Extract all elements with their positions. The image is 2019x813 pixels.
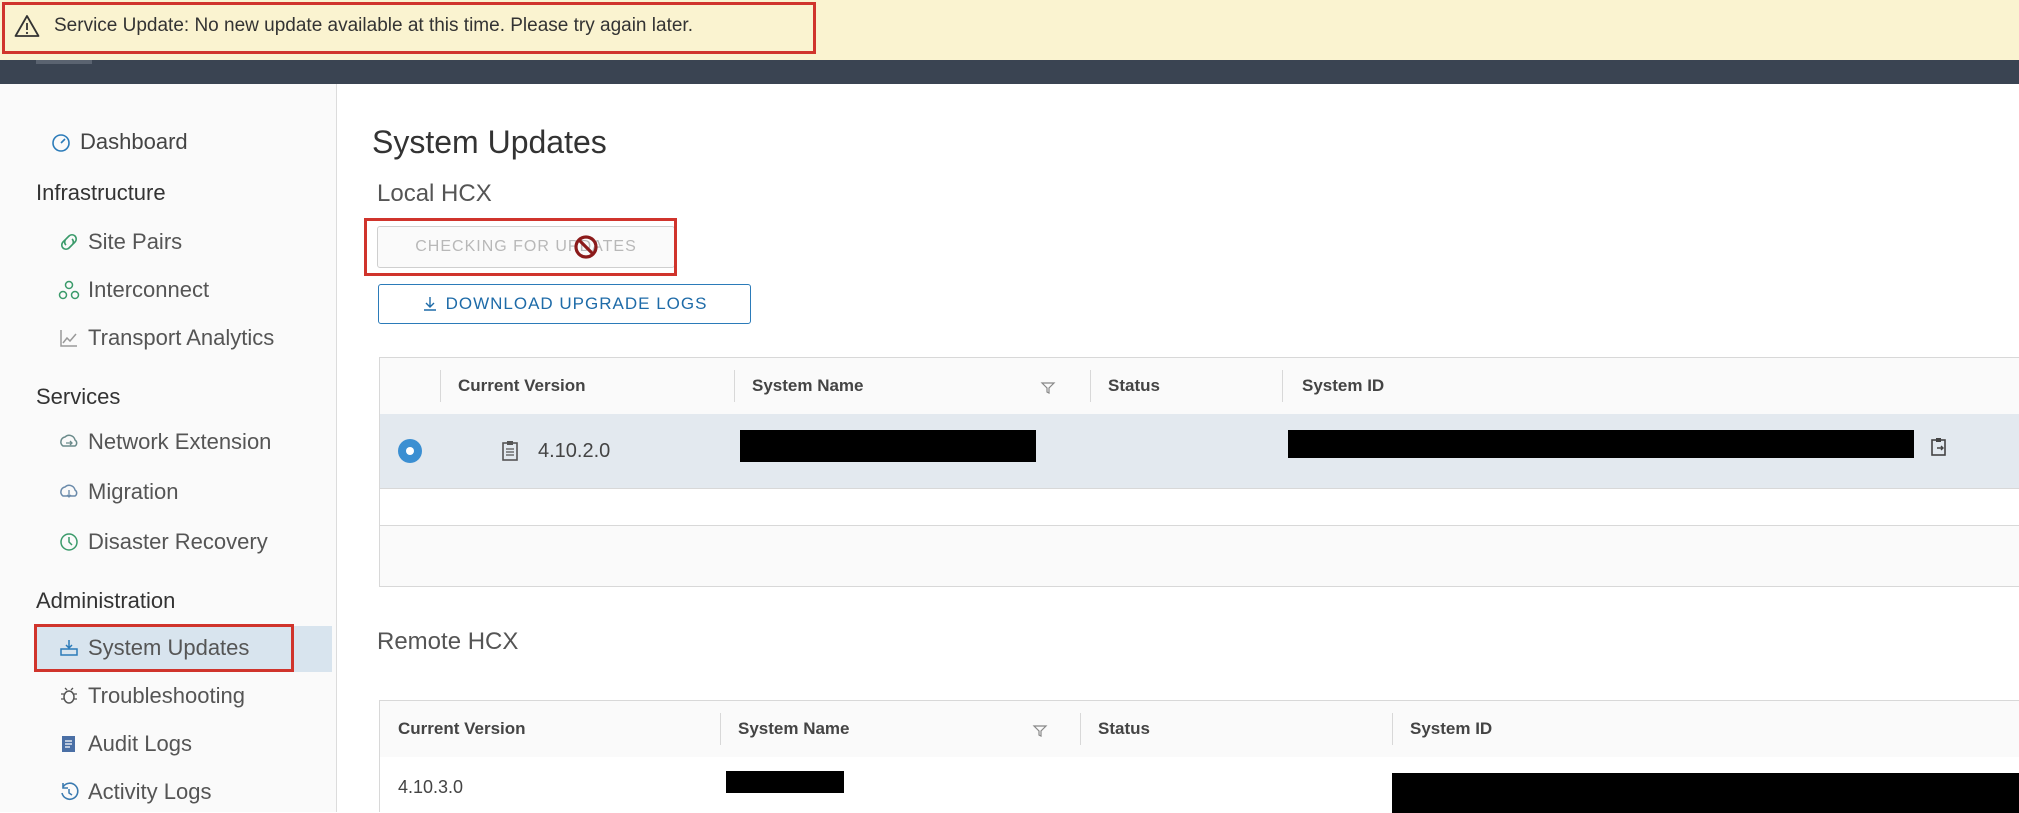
current-version-cell: 4.10.2.0 [538,440,611,462]
download-button-label: DOWNLOAD UPGRADE LOGS [445,294,708,313]
sidebar-item-label: Interconnect [88,277,210,302]
nav-heading-administration: Administration [36,588,176,613]
column-header-current-version[interactable]: Current Version [398,719,526,739]
disaster-recovery-icon [60,533,78,551]
table-row[interactable]: 4.10.3.0 [380,757,2019,813]
download-upgrade-logs-button[interactable]: DOWNLOAD UPGRADE LOGS [378,284,751,324]
column-header-status[interactable]: Status [1108,376,1160,396]
sidebar-item-audit-logs[interactable]: Audit Logs [58,726,192,762]
activity-logs-icon [61,782,79,800]
interconnect-icon [58,280,80,300]
column-separator [1392,713,1393,745]
app-header [0,60,2019,84]
redacted-system-name [726,771,844,793]
column-header-system-id[interactable]: System ID [1410,719,1492,739]
check-button-highlight-box [364,218,677,276]
filter-icon[interactable] [1040,380,1056,396]
redacted-system-id [1288,430,1914,458]
row-radio-selected[interactable] [398,439,422,463]
network-extension-icon [60,434,78,447]
sidebar-item-migration[interactable]: Migration [58,474,178,510]
sidebar-item-label: Troubleshooting [88,683,245,708]
column-header-system-name[interactable]: System Name [752,376,864,396]
redacted-system-id [1392,773,2019,813]
audit-logs-icon [62,736,75,752]
column-separator [720,713,721,745]
sidebar-item-troubleshooting[interactable]: Troubleshooting [58,678,245,714]
grid-header: Current Version System Name Status Syste… [380,701,2019,758]
remote-hcx-grid: Current Version System Name Status Syste… [379,700,2019,813]
sidebar-item-transport-analytics[interactable]: Transport Analytics [58,320,274,356]
sidebar-item-interconnect[interactable]: Interconnect [58,272,209,308]
sidebar-item-site-pairs[interactable]: Site Pairs [58,224,182,260]
sidebar-item-label: Network Extension [88,429,272,454]
redacted-system-name [740,430,1036,462]
sidebar-item-label: Activity Logs [88,779,212,804]
sidebar-item-label: Disaster Recovery [88,529,268,554]
chart-icon [60,330,77,347]
remote-hcx-heading: Remote HCX [377,628,519,655]
sidebar-item-label: Audit Logs [88,731,192,756]
column-separator [440,370,441,402]
column-header-system-name[interactable]: System Name [738,719,850,739]
sidebar-item-label: Site Pairs [88,229,183,254]
sidebar-item-activity-logs[interactable]: Activity Logs [58,774,212,810]
grid-header: Current Version System Name Status Syste… [380,358,2019,415]
sidebar-item-label: Migration [88,479,179,504]
filter-icon[interactable] [1032,723,1048,739]
column-header-current-version[interactable]: Current Version [458,376,586,396]
sidebar-item-dashboard[interactable]: Dashboard [50,124,188,160]
current-version-cell: 4.10.3.0 [398,777,464,797]
column-separator [734,370,735,402]
warning-icon [14,15,40,37]
clipboard-icon [502,441,518,461]
grid-footer [380,526,2019,587]
column-separator [1090,370,1091,402]
column-separator [1080,713,1081,745]
copy-icon[interactable] [1928,436,1950,458]
sidebar-highlight-box [34,624,294,672]
migration-icon [60,484,78,498]
link-icon [60,233,78,251]
column-separator [1282,370,1283,402]
sidebar-item-network-extension[interactable]: Network Extension [58,424,271,460]
nav-heading-infrastructure: Infrastructure [36,180,166,205]
service-update-banner: Service Update: No new update available … [0,0,2019,61]
column-header-system-id[interactable]: System ID [1302,376,1384,396]
table-row-empty [380,489,2019,526]
local-hcx-grid: Current Version System Name Status Syste… [379,357,2019,587]
page-title: System Updates [372,124,607,160]
sidebar-item-disaster-recovery[interactable]: Disaster Recovery [58,524,268,560]
bug-icon [61,687,77,704]
banner-message: Service Update: No new update available … [54,15,693,36]
dashboard-icon [52,134,70,152]
local-hcx-heading: Local HCX [377,180,492,207]
header-tab-stub [36,60,92,64]
nav-heading-services: Services [36,384,121,409]
table-row-selected[interactable]: 4.10.2.0 [380,414,2019,489]
download-icon [423,297,436,311]
column-header-status[interactable]: Status [1098,719,1150,739]
sidebar-item-label: Transport Analytics [88,325,275,350]
sidebar-item-label: Dashboard [80,129,188,154]
